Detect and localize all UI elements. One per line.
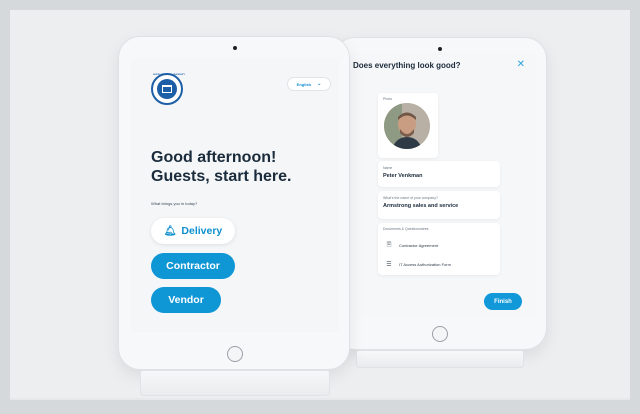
vendor-button[interactable]: Vendor: [151, 287, 221, 313]
chevron-down-icon: ⌄: [317, 81, 322, 87]
document-item-contractor-agreement[interactable]: 🗎 Contractor Agreement: [384, 237, 492, 253]
university-logo: NORTH EDUCATION UNIVERSITY: [151, 73, 185, 105]
back-tablet-stand: [356, 350, 524, 368]
documents-label: Documents & Questionnaires: [383, 227, 429, 231]
visit-purpose-question: What brings you in today?: [151, 201, 198, 206]
greeting-line-2: Guests, start here.: [151, 168, 292, 185]
language-value: English: [296, 81, 312, 87]
close-icon[interactable]: ✕: [517, 59, 525, 70]
company-label: What's the name of your company?: [383, 196, 438, 200]
document-icon: 🗎: [386, 242, 392, 248]
name-card[interactable]: Name Peter Venkman: [378, 161, 500, 187]
photo-card: Photo: [378, 93, 438, 158]
name-value: Peter Venkman: [383, 173, 423, 179]
front-tablet-stand: [140, 370, 330, 396]
university-building-icon: [162, 85, 172, 93]
greeting-line-1: Good afternoon!: [151, 149, 277, 166]
document-item-label: IT Access Authorization Form: [399, 261, 451, 267]
company-value: Armstrong sales and service: [383, 203, 459, 209]
greeting-heading: Good afternoon! Guests, start here.: [151, 148, 292, 186]
welcome-screen: NORTH EDUCATION UNIVERSITY English ⌄ Goo…: [131, 58, 339, 332]
contractor-button[interactable]: Contractor: [151, 253, 235, 279]
document-item-label: Contractor Agreement: [399, 242, 439, 248]
logo-ring-text: NORTH EDUCATION UNIVERSITY: [153, 74, 185, 76]
name-label: Name: [383, 166, 393, 170]
bell-icon: 🔔︎: [163, 225, 177, 237]
front-tablet-camera: [233, 46, 237, 50]
delivery-button[interactable]: 🔔︎ Delivery: [151, 218, 235, 244]
language-selector[interactable]: English ⌄: [287, 77, 331, 91]
back-tablet-camera: [438, 47, 442, 51]
delivery-label: Delivery: [181, 225, 223, 237]
visitor-photo: [384, 103, 430, 149]
logo-badge: [157, 79, 177, 99]
photo-label: Photo: [383, 97, 393, 101]
review-title: Does everything look good?: [353, 61, 461, 70]
checklist-icon: ☰: [386, 261, 392, 268]
documents-card: Documents & Questionnaires 🗎 Contractor …: [378, 223, 500, 275]
finish-button[interactable]: Finish: [484, 293, 522, 310]
review-screen: Does everything look good? ✕ Photo Name …: [342, 53, 536, 318]
document-item-it-access-form[interactable]: ☰ IT Access Authorization Form: [384, 256, 492, 272]
company-card[interactable]: What's the name of your company? Armstro…: [378, 191, 500, 219]
back-tablet-home-button[interactable]: [432, 326, 448, 342]
frame-edge: [10, 398, 630, 400]
front-tablet-home-button[interactable]: [227, 346, 243, 362]
